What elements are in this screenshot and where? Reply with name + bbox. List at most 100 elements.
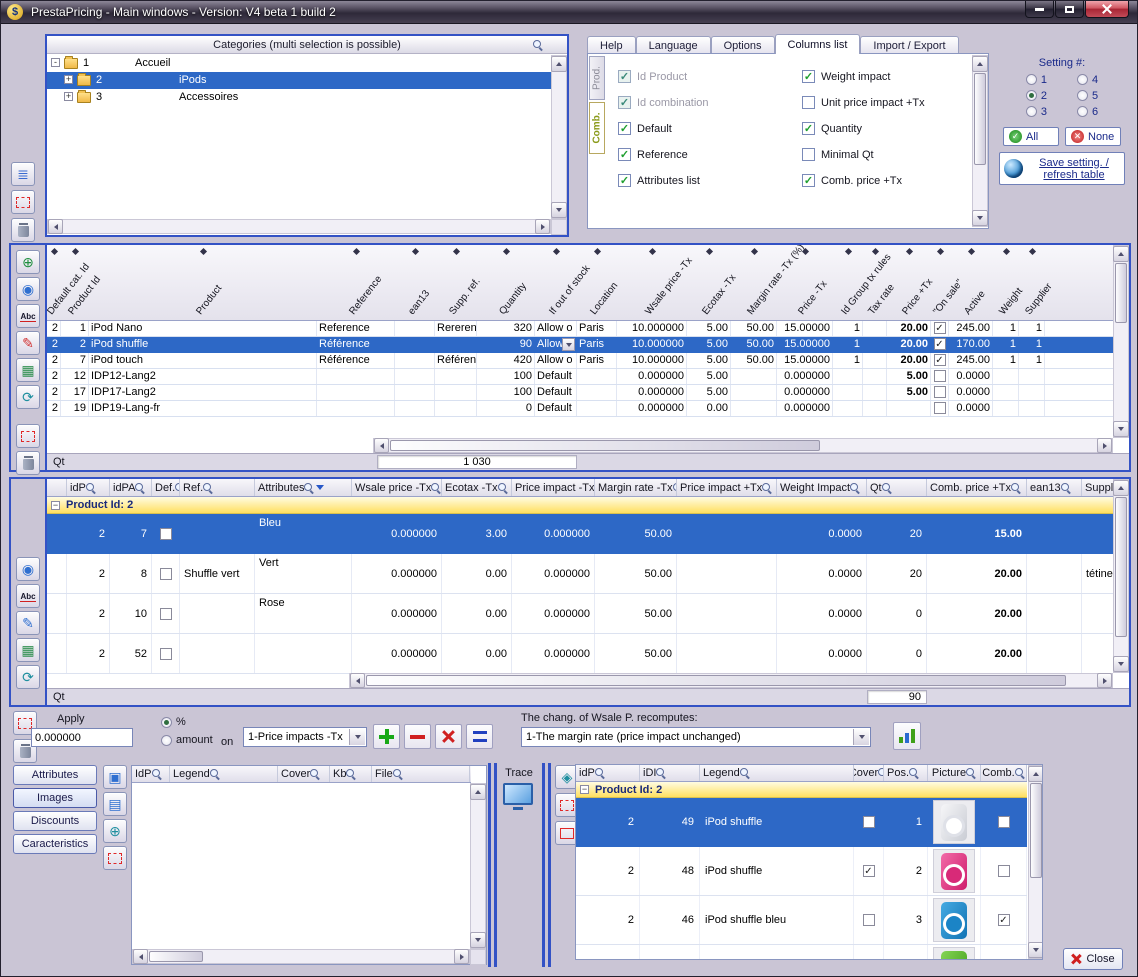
save-icon[interactable]: ▤ [103, 792, 127, 816]
grid-cell[interactable]: 48 [640, 847, 700, 895]
grid-cell[interactable] [180, 634, 255, 673]
grid-cell[interactable] [928, 847, 981, 895]
grid-cell[interactable]: 2 [67, 594, 110, 633]
grid-cell[interactable]: ✓ [981, 896, 1027, 944]
grid-cell[interactable]: 20.00 [927, 594, 1027, 633]
grid-cell[interactable] [993, 401, 1019, 416]
grid-cell[interactable] [317, 401, 395, 416]
filter-icon[interactable] [881, 482, 892, 493]
tree-expander[interactable]: + [64, 92, 73, 101]
column-option-comb-price-tx[interactable]: ✓ Comb. price +Tx [802, 174, 925, 187]
group-row[interactable]: Product Id: 2 [47, 497, 1113, 514]
scroll-thumb[interactable] [366, 675, 1066, 686]
grid-cell[interactable]: 5.00 [887, 369, 931, 384]
grid-cell[interactable]: 3.00 [442, 514, 512, 553]
column-header-wsale-price-tx[interactable]: Wsale price -Tx [643, 255, 694, 317]
grid-cell[interactable] [833, 369, 863, 384]
grid-cell[interactable] [863, 353, 887, 368]
grid-cell[interactable]: iPod shuffle [700, 945, 854, 959]
onsale-checkbox[interactable]: ✓ [933, 338, 946, 350]
grid-cell[interactable]: 10.000000 [617, 337, 687, 352]
grid-cell[interactable] [435, 369, 477, 384]
grid-cell[interactable]: 20.00 [887, 353, 931, 368]
trace-monitor-icon[interactable] [503, 783, 533, 810]
percent-radio[interactable]: % [161, 716, 186, 728]
filter-icon[interactable] [909, 768, 919, 778]
grid-cell[interactable]: 0.000000 [512, 594, 595, 633]
vertical-scrollbar[interactable] [470, 783, 486, 949]
scroll-right-button[interactable] [1097, 438, 1112, 453]
scroll-thumb[interactable] [1115, 263, 1127, 323]
grid-cell[interactable]: 46 [640, 896, 700, 944]
column-header-ref[interactable]: Ref. [180, 479, 255, 496]
column-header-picture[interactable]: Picture [928, 765, 981, 781]
abc-icon[interactable] [16, 304, 40, 328]
grid-cell[interactable] [435, 385, 477, 400]
grid-cell[interactable]: 420 [477, 353, 535, 368]
grid-cell[interactable] [677, 634, 777, 673]
checked-checkbox-icon[interactable]: ✓ [618, 174, 631, 187]
grid-cell[interactable]: 20.00 [887, 321, 931, 336]
scroll-up-button[interactable] [972, 56, 988, 72]
column-header-qt[interactable]: Qt [867, 479, 927, 496]
grid-cell[interactable]: 0.000000 [352, 594, 442, 633]
column-header-attributes[interactable]: Attributes [255, 479, 352, 496]
grid-cell[interactable]: 2 [47, 401, 61, 416]
product-row[interactable]: 2 19 IDP19-Lang-fr 0 Default 0.000000 0.00 0.00… [47, 401, 1129, 417]
column-header-price-impact-tx[interactable]: Price impact -Tx [512, 479, 595, 496]
splitter[interactable] [494, 763, 497, 967]
cover-checkbox[interactable] [862, 816, 875, 828]
none-button[interactable]: None [1065, 127, 1121, 146]
grid-cell[interactable]: Shuffle vert [180, 554, 255, 593]
grid-cell[interactable] [395, 353, 435, 368]
grid-cell[interactable]: 2 [47, 369, 61, 384]
grid-cell[interactable]: 20.00 [887, 337, 931, 352]
grid-cell[interactable] [395, 337, 435, 352]
grid-cell[interactable]: 49 [640, 798, 700, 846]
filter-icon[interactable] [594, 768, 605, 778]
grid-cell[interactable] [993, 385, 1019, 400]
grid-cell[interactable] [395, 385, 435, 400]
grid-cell[interactable]: Default [535, 385, 577, 400]
grid-cell[interactable] [1019, 385, 1045, 400]
grid-cell[interactable] [928, 798, 981, 846]
product-row[interactable]: 2 12 IDP12-Lang2 100 Default 0.000000 5.00 0.00… [47, 369, 1129, 385]
filter-icon[interactable] [209, 769, 220, 779]
scroll-down-button[interactable] [470, 932, 486, 948]
checked-checkbox-icon[interactable]: ✓ [802, 70, 815, 83]
grid-cell[interactable]: 15.00000 [777, 321, 833, 336]
grid-cell[interactable]: Allow [535, 337, 577, 352]
grid-cell[interactable]: 0.0000 [777, 554, 867, 593]
splitter[interactable] [488, 763, 491, 967]
column-header-pos[interactable]: Pos. [884, 765, 928, 781]
grid-cell[interactable]: Paris [577, 321, 617, 336]
grid-cell[interactable]: 0.000000 [617, 385, 687, 400]
grid-cell[interactable] [1082, 634, 1113, 673]
column-header-ean13[interactable]: ean13 [406, 288, 432, 317]
filter-icon[interactable] [392, 769, 403, 779]
grid-cell[interactable]: IDP19-Lang-fr [89, 401, 317, 416]
scroll-right-button[interactable] [454, 949, 469, 964]
grid-cell[interactable]: 50.00 [731, 337, 777, 352]
grid-cell[interactable]: 20 [867, 554, 927, 593]
product-row[interactable]: 2 17 IDP17-Lang2 100 Default 0.000000 5.00 0.00… [47, 385, 1129, 401]
grid-cell[interactable]: 1 [993, 337, 1019, 352]
grid-cell[interactable]: 2 [47, 337, 61, 352]
grid-cell[interactable]: 0.0000 [949, 385, 993, 400]
scroll-right-button[interactable] [535, 219, 550, 234]
selection-rect-icon[interactable] [16, 424, 40, 448]
grid-cell[interactable]: 1 [833, 353, 863, 368]
grid-cell[interactable]: Paris [577, 337, 617, 352]
filter-icon[interactable] [850, 482, 860, 493]
grid-cell[interactable]: 0 [867, 594, 927, 633]
tree-expander[interactable]: - [51, 58, 60, 67]
filter-icon[interactable] [304, 482, 314, 493]
grid-cell[interactable] [577, 401, 617, 416]
grid-cell[interactable]: 50.00 [595, 554, 677, 593]
grid-cell[interactable]: 5.00 [687, 353, 731, 368]
grid-cell[interactable] [1082, 514, 1113, 553]
filter-icon[interactable] [431, 482, 441, 493]
scroll-down-button[interactable] [972, 210, 988, 226]
grid-cell[interactable] [928, 945, 981, 959]
grid-cell[interactable] [833, 385, 863, 400]
